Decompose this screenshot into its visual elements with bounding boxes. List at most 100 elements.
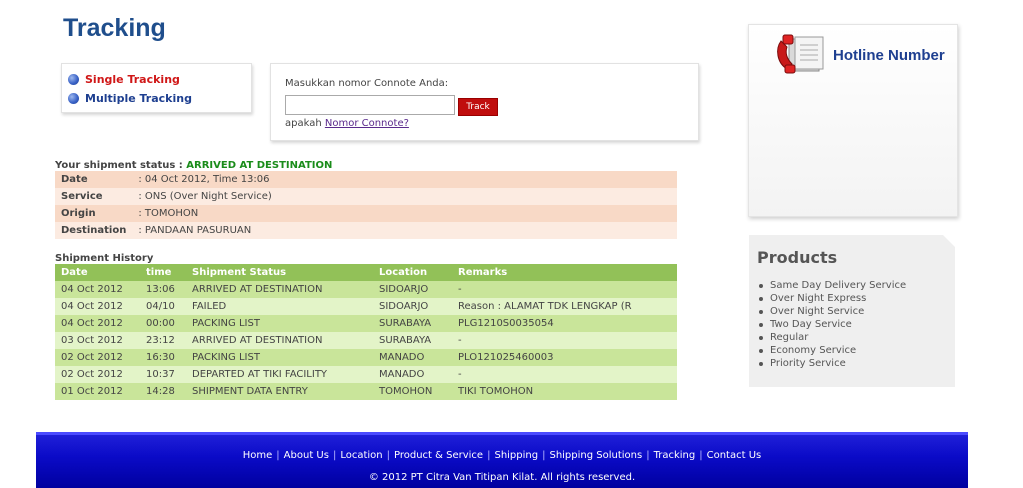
info-value: : ONS (Over Night Service)	[138, 191, 272, 202]
footer-separator: |	[386, 450, 390, 461]
cell-time: 14:28	[140, 383, 186, 400]
shipment-status-heading: Your shipment status : ARRIVED AT DESTIN…	[55, 160, 332, 171]
product-label: Regular	[770, 332, 809, 343]
footer-link-about-us[interactable]: About Us	[284, 450, 329, 461]
track-form: Masukkan nomor Connote Anda: Track apaka…	[270, 63, 699, 141]
info-row-service: Service : ONS (Over Night Service)	[55, 188, 677, 205]
table-row: 02 Oct 2012 10:37 DEPARTED AT TIKI FACIL…	[55, 366, 677, 383]
column-header-date: Date	[55, 264, 140, 281]
cell-remarks: PLG1210S0035054	[452, 315, 677, 332]
menu-item-label: Multiple Tracking	[85, 92, 192, 105]
table-row: 04 Oct 2012 00:00 PACKING LIST SURABAYA …	[55, 315, 677, 332]
cell-time: 13:06	[140, 281, 186, 298]
footer-link-shipping[interactable]: Shipping	[494, 450, 538, 461]
product-label: Economy Service	[770, 345, 857, 356]
menu-item-single-tracking[interactable]: Single Tracking	[62, 70, 251, 89]
cell-time: 16:30	[140, 349, 186, 366]
tracking-menu: Single Tracking Multiple Tracking	[61, 63, 252, 113]
bullet-icon	[759, 335, 763, 340]
bullet-icon	[759, 361, 763, 366]
hotline-title: Hotline Number	[833, 47, 945, 64]
cell-remarks: TIKI TOMOHON	[452, 383, 677, 400]
product-item[interactable]: Priority Service	[759, 357, 906, 370]
product-item[interactable]: Economy Service	[759, 344, 906, 357]
cell-location: MANADO	[373, 366, 452, 383]
product-label: Over Night Service	[770, 306, 865, 317]
cell-status: ARRIVED AT DESTINATION	[186, 281, 373, 298]
cell-date: 04 Oct 2012	[55, 298, 140, 315]
product-item[interactable]: Two Day Service	[759, 318, 906, 331]
page-title: Tracking	[63, 14, 166, 42]
footer-link-contact-us[interactable]: Contact Us	[707, 450, 762, 461]
info-key: Date	[61, 174, 88, 185]
track-hint: apakah Nomor Connote?	[285, 118, 409, 129]
column-header-status: Shipment Status	[186, 264, 373, 281]
cell-time: 04/10	[140, 298, 186, 315]
footer-link-product-service[interactable]: Product & Service	[394, 450, 483, 461]
bullet-icon	[759, 309, 763, 314]
track-hint-prefix: apakah	[285, 118, 325, 129]
info-row-destination: Destination : PANDAAN PASURUAN	[55, 222, 677, 239]
track-button[interactable]: Track	[458, 98, 498, 116]
column-header-time: time	[140, 264, 186, 281]
cell-remarks: -	[452, 332, 677, 349]
hotline-panel: Hotline Number	[748, 24, 958, 217]
info-key: Destination	[61, 225, 127, 236]
footer-separator: |	[332, 450, 337, 461]
cell-location: TOMOHON	[373, 383, 452, 400]
cell-location: SURABAYA	[373, 315, 452, 332]
cell-remarks: -	[452, 366, 677, 383]
footer: Home | About Us | Location | Product & Service…	[36, 432, 968, 488]
info-key: Origin	[61, 208, 96, 219]
bullet-icon	[759, 348, 763, 353]
footer-separator: |	[646, 450, 650, 461]
bullet-icon	[759, 283, 763, 288]
bullet-icon	[759, 296, 763, 301]
footer-link-location[interactable]: Location	[340, 450, 382, 461]
cell-time: 10:37	[140, 366, 186, 383]
footer-separator: |	[276, 450, 280, 461]
bullet-icon	[759, 322, 763, 327]
cell-remarks: -	[452, 281, 677, 298]
menu-item-multiple-tracking[interactable]: Multiple Tracking	[62, 89, 251, 108]
product-item[interactable]: Same Day Delivery Service	[759, 279, 906, 292]
cell-status: PACKING LIST	[186, 315, 373, 332]
footer-link-shipping-solutions[interactable]: Shipping Solutions	[549, 450, 642, 461]
column-header-location: Location	[373, 264, 452, 281]
phone-book-icon	[777, 34, 824, 74]
status-label: Your shipment status :	[55, 160, 187, 171]
cell-location: SIDOARJO	[373, 281, 452, 298]
bullet-icon	[68, 93, 79, 104]
info-row-origin: Origin : TOMOHON	[55, 205, 677, 222]
cell-location: SURABAYA	[373, 332, 452, 349]
footer-link-tracking[interactable]: Tracking	[654, 450, 696, 461]
shipment-info-table: Date : 04 Oct 2012, Time 13:06 Service :…	[55, 171, 677, 239]
product-item[interactable]: Over Night Service	[759, 305, 906, 318]
footer-link-home[interactable]: Home	[243, 450, 273, 461]
table-row: 02 Oct 2012 16:30 PACKING LIST MANADO PL…	[55, 349, 677, 366]
cell-time: 00:00	[140, 315, 186, 332]
product-label: Over Night Express	[770, 293, 867, 304]
cell-status: ARRIVED AT DESTINATION	[186, 332, 373, 349]
product-label: Two Day Service	[770, 319, 852, 330]
connote-help-link[interactable]: Nomor Connote?	[325, 118, 409, 129]
shipment-history-heading: Shipment History	[55, 253, 154, 264]
connote-input[interactable]	[285, 95, 455, 115]
cell-status: SHIPMENT DATA ENTRY	[186, 383, 373, 400]
cell-status: FAILED	[186, 298, 373, 315]
track-prompt: Masukkan nomor Connote Anda:	[285, 78, 449, 89]
info-value: : 04 Oct 2012, Time 13:06	[138, 174, 270, 185]
copyright: © 2012 PT Citra Van Titipan Kilat. All r…	[368, 472, 636, 483]
info-key: Service	[61, 191, 103, 202]
product-item[interactable]: Over Night Express	[759, 292, 906, 305]
history-header-row: Date time Shipment Status Location Remar…	[55, 264, 677, 281]
shipment-history-table: Date time Shipment Status Location Remar…	[55, 264, 677, 400]
bullet-icon	[68, 74, 79, 85]
column-header-remarks: Remarks	[452, 264, 677, 281]
cell-remarks: PLO121025460003	[452, 349, 677, 366]
table-row: 04 Oct 2012 13:06 ARRIVED AT DESTINATION…	[55, 281, 677, 298]
cell-time: 23:12	[140, 332, 186, 349]
cell-date: 02 Oct 2012	[55, 349, 140, 366]
cell-status: DEPARTED AT TIKI FACILITY	[186, 366, 373, 383]
product-item[interactable]: Regular	[759, 331, 906, 344]
